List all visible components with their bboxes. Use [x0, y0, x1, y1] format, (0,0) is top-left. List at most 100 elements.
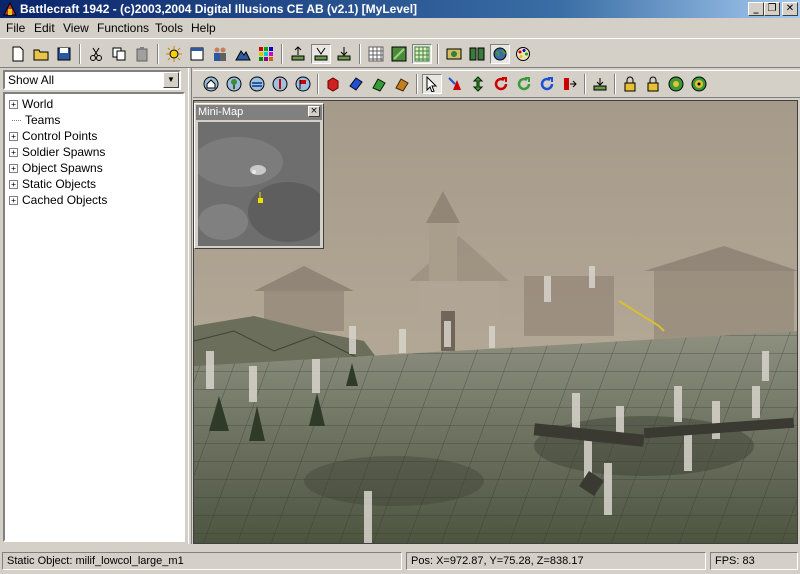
tree-icon	[226, 76, 242, 92]
view-button-3[interactable]	[490, 44, 510, 64]
minimize-button[interactable]: _	[748, 2, 764, 16]
tree-item-object-spawns[interactable]: + Object Spawns	[9, 160, 103, 176]
sun-icon	[166, 46, 182, 62]
expand-icon[interactable]: +	[9, 164, 18, 173]
snap-ground-button[interactable]	[590, 74, 610, 94]
object-blue-button[interactable]	[346, 74, 366, 94]
move-tool-button[interactable]	[445, 74, 465, 94]
expand-icon[interactable]: +	[9, 196, 18, 205]
layer-up-icon	[291, 46, 305, 61]
players-button[interactable]	[210, 44, 230, 64]
main-toolbar	[0, 38, 800, 68]
wireframe-button[interactable]	[412, 44, 432, 64]
snap-ground-icon	[593, 78, 607, 91]
title-bar: Battlecraft 1942 - (c)2003,2004 Digital …	[0, 0, 800, 18]
open-button[interactable]	[31, 44, 51, 64]
rotate-green-icon	[517, 77, 531, 91]
object-orange-button[interactable]	[392, 74, 412, 94]
status-fps: FPS: 83	[710, 552, 798, 570]
minimap-canvas[interactable]	[198, 122, 320, 246]
close-button[interactable]: ✕	[782, 2, 798, 16]
cut-button[interactable]	[86, 44, 106, 64]
light-button[interactable]	[164, 44, 184, 64]
tree-line	[12, 120, 21, 121]
terrain-button[interactable]	[233, 44, 253, 64]
tree-item-world[interactable]: + World	[9, 96, 53, 112]
flag-icon	[295, 76, 311, 92]
panel-splitter[interactable]	[188, 68, 192, 544]
rotate-y-button[interactable]	[514, 74, 534, 94]
layer-up-button[interactable]	[288, 44, 308, 64]
window-button[interactable]	[187, 44, 207, 64]
expand-icon[interactable]: +	[9, 100, 18, 109]
menu-bar: File Edit View Functions Tools Help	[0, 18, 800, 37]
layer-down-button[interactable]	[334, 44, 354, 64]
tree-item-teams[interactable]: Teams	[9, 112, 60, 128]
menu-view[interactable]: View	[63, 21, 89, 35]
menu-edit[interactable]: Edit	[34, 21, 55, 35]
grid-icon	[368, 46, 384, 62]
copy-button[interactable]	[109, 44, 129, 64]
filter-dropdown[interactable]: Show All ▼	[3, 70, 181, 90]
view-button-2[interactable]	[467, 44, 487, 64]
paste-button[interactable]	[132, 44, 152, 64]
water-view-button[interactable]	[247, 74, 267, 94]
menu-tools[interactable]: Tools	[155, 21, 183, 35]
status-position: Pos: X=972.87, Y=75.28, Z=838.17	[406, 552, 706, 570]
tree-item-cached-objects[interactable]: + Cached Objects	[9, 192, 107, 208]
layer-down-icon	[337, 47, 351, 61]
filter-value: Show All	[8, 73, 55, 87]
grid-color-button[interactable]	[256, 44, 276, 64]
dropdown-arrow-icon[interactable]: ▼	[163, 72, 179, 88]
object-green-button[interactable]	[369, 74, 389, 94]
texture-button[interactable]	[389, 44, 409, 64]
drop-button[interactable]	[560, 74, 580, 94]
target-icon	[668, 76, 684, 92]
minimap-title: Mini-Map	[196, 105, 322, 120]
target-button-2[interactable]	[689, 74, 709, 94]
move-y-button[interactable]	[468, 74, 488, 94]
select-tool-button[interactable]	[422, 74, 442, 94]
rotate-red-icon	[494, 77, 508, 91]
target-button-1[interactable]	[666, 74, 686, 94]
menu-file[interactable]: File	[6, 21, 25, 35]
home-view-button[interactable]	[201, 74, 221, 94]
minimap-window[interactable]: Mini-Map ×	[194, 103, 324, 249]
palette-icon	[516, 47, 530, 61]
marker-view-button[interactable]	[270, 74, 290, 94]
cursor-icon	[426, 76, 438, 92]
menu-functions[interactable]: Functions	[97, 21, 149, 35]
window-icon	[190, 47, 204, 61]
new-button[interactable]	[8, 44, 28, 64]
marker-icon	[272, 76, 288, 92]
flag-view-button[interactable]	[293, 74, 313, 94]
red-cube-icon	[327, 77, 339, 92]
palette-button[interactable]	[513, 44, 533, 64]
copy-icon	[112, 47, 126, 61]
rotate-x-button[interactable]	[491, 74, 511, 94]
save-icon	[57, 47, 71, 61]
app-icon	[3, 1, 17, 16]
lock-icon	[647, 76, 659, 92]
restore-button[interactable]: ❐	[764, 2, 780, 16]
expand-icon[interactable]: +	[9, 180, 18, 189]
tree-item-soldier-spawns[interactable]: + Soldier Spawns	[9, 144, 105, 160]
tree-view-button[interactable]	[224, 74, 244, 94]
rotate-z-button[interactable]	[537, 74, 557, 94]
view-button-1[interactable]	[444, 44, 464, 64]
lock-button-2[interactable]	[643, 74, 663, 94]
book-icon	[469, 47, 485, 61]
minimap-close-button[interactable]: ×	[308, 106, 320, 117]
menu-help[interactable]: Help	[191, 21, 216, 35]
tree-item-static-objects[interactable]: + Static Objects	[9, 176, 96, 192]
globe-icon	[493, 47, 507, 61]
expand-icon[interactable]: +	[9, 148, 18, 157]
grid-button[interactable]	[366, 44, 386, 64]
lock-icon	[624, 76, 636, 92]
expand-icon[interactable]: +	[9, 132, 18, 141]
lock-button-1[interactable]	[620, 74, 640, 94]
object-red-button[interactable]	[323, 74, 343, 94]
tree-item-control-points[interactable]: + Control Points	[9, 128, 97, 144]
layer-select-button[interactable]	[311, 44, 331, 64]
save-button[interactable]	[54, 44, 74, 64]
